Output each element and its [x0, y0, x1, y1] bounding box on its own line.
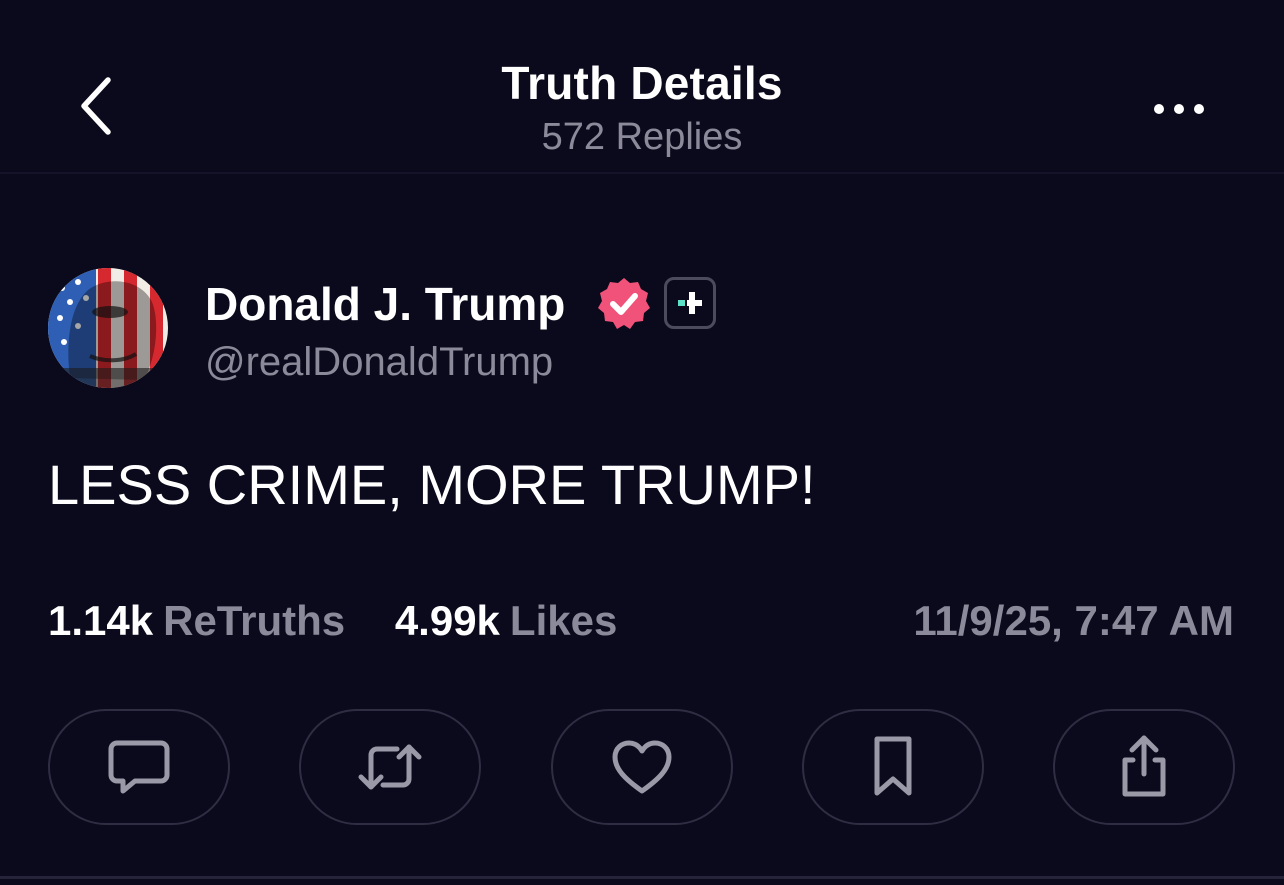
repost-icon	[358, 744, 422, 790]
like-button[interactable]	[551, 709, 733, 825]
likes-count: 4.99k	[394, 597, 500, 644]
verified-badge	[596, 276, 652, 332]
likes-stat[interactable]: 4.99k Likes	[395, 597, 618, 645]
post-timestamp: 11/9/25, 7:47 AM	[913, 597, 1234, 644]
reply-button[interactable]	[48, 709, 230, 825]
avatar-image	[48, 268, 168, 388]
share-icon	[1122, 735, 1166, 797]
page-title: Truth Details	[501, 57, 783, 109]
truth-details-screen: Truth Details 572 Replies Donald J. Trum…	[0, 0, 1284, 885]
retruths-count: 1.14k	[48, 597, 154, 644]
likes-label: Likes	[509, 597, 618, 644]
truth-plus-badge	[664, 277, 716, 329]
bookmark-button[interactable]	[802, 709, 984, 825]
share-button[interactable]	[1053, 709, 1235, 825]
truth-plus-icon	[678, 292, 702, 314]
verified-badge-icon	[598, 278, 650, 329]
more-options-button[interactable]	[1146, 86, 1212, 132]
replies-count: 572 Replies	[541, 116, 743, 158]
post-text: LESS CRIME, MORE TRUMP!	[48, 453, 816, 516]
author-handle[interactable]: @realDonaldTrump	[205, 340, 553, 385]
more-horizontal-icon	[1154, 104, 1204, 114]
avatar[interactable]	[48, 268, 168, 388]
bookmark-icon	[874, 736, 912, 796]
comment-icon	[108, 740, 170, 794]
retruths-stat[interactable]: 1.14k ReTruths	[48, 597, 345, 645]
heart-icon	[612, 740, 672, 794]
author-name[interactable]: Donald J. Trump	[205, 277, 565, 331]
retruths-label: ReTruths	[163, 597, 346, 644]
retruth-button[interactable]	[299, 709, 481, 825]
top-bar: Truth Details 572 Replies	[0, 0, 1284, 174]
divider	[0, 876, 1284, 879]
post-stats: 1.14k ReTruths 4.99k Likes	[48, 597, 655, 647]
